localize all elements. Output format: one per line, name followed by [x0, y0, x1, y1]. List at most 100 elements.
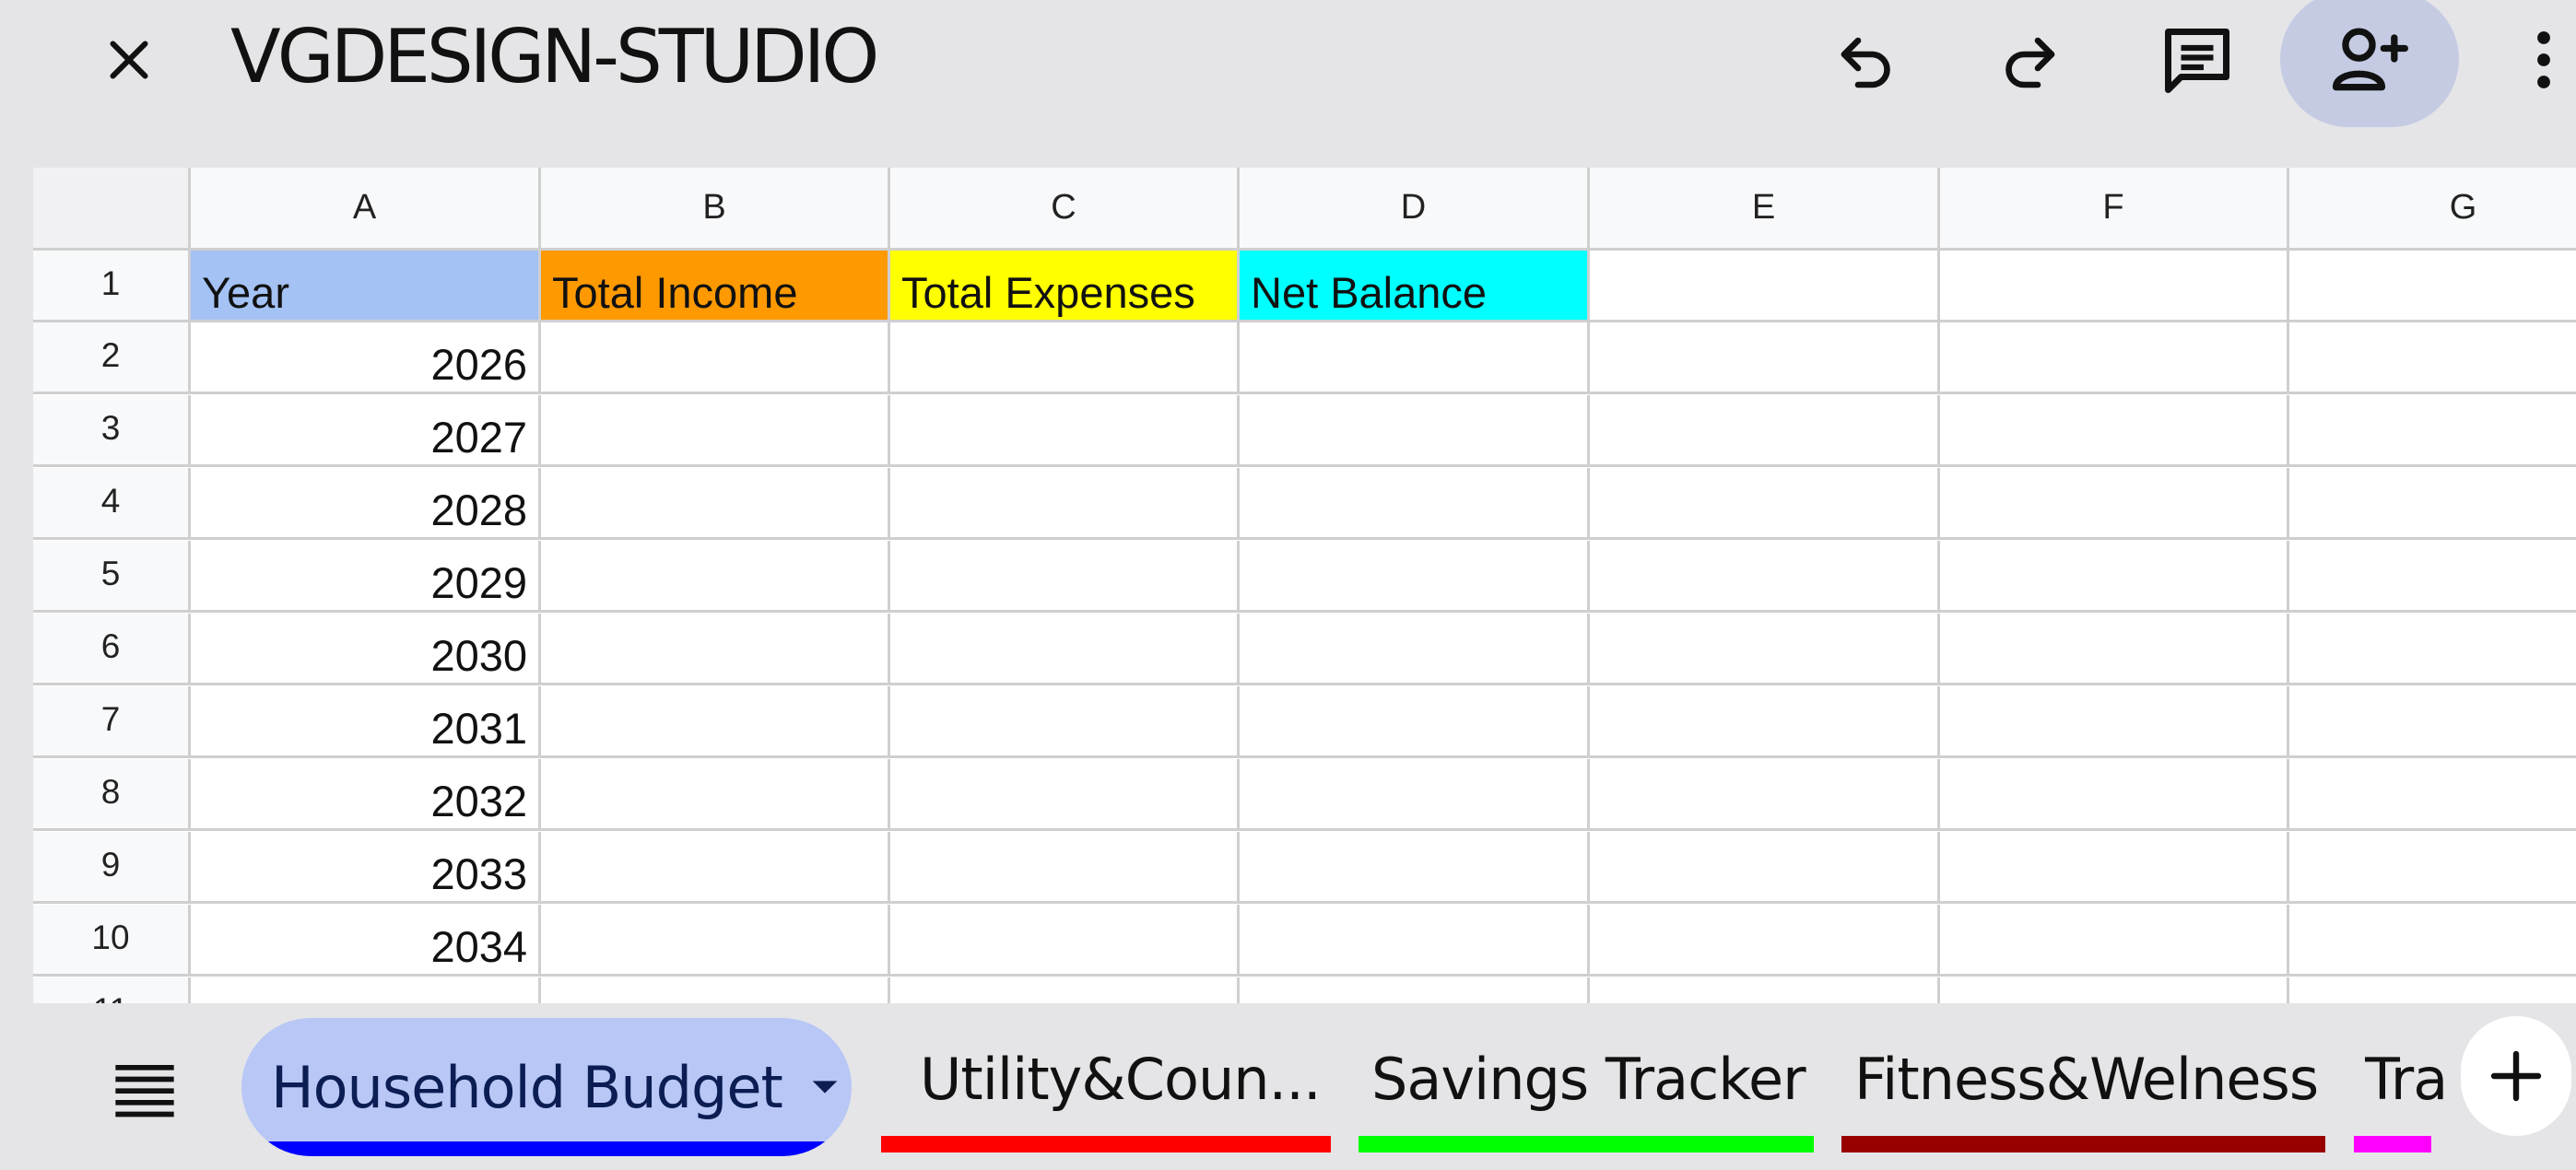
- cell-b8[interactable]: [541, 759, 890, 831]
- cell-d2[interactable]: [1240, 322, 1590, 394]
- cell-c4[interactable]: [890, 468, 1240, 540]
- sheet-tab-partial[interactable]: Tra: [2365, 1018, 2453, 1140]
- cell-e9[interactable]: [1590, 832, 1940, 904]
- cell-g4[interactable]: [2289, 468, 2576, 540]
- column-header-f[interactable]: F: [1940, 168, 2289, 251]
- cell-d9[interactable]: [1240, 832, 1590, 904]
- cell-b11[interactable]: [541, 977, 890, 1003]
- cell-f10[interactable]: [1940, 905, 2289, 977]
- cell-d11[interactable]: [1240, 977, 1590, 1003]
- cell-d6[interactable]: [1240, 614, 1590, 685]
- cell-g9[interactable]: [2289, 832, 2576, 904]
- cell-g1[interactable]: [2289, 251, 2576, 322]
- cell-e10[interactable]: [1590, 905, 1940, 977]
- column-header-b[interactable]: B: [541, 168, 890, 251]
- row-number[interactable]: 10: [33, 905, 191, 977]
- row-number[interactable]: 4: [33, 468, 191, 540]
- cell-c2[interactable]: [890, 322, 1240, 394]
- row-number[interactable]: 2: [33, 322, 191, 394]
- cell-f11[interactable]: [1940, 977, 2289, 1003]
- cell-g5[interactable]: [2289, 541, 2576, 613]
- cell-d4[interactable]: [1240, 468, 1590, 540]
- cell-b6[interactable]: [541, 614, 890, 685]
- row-number[interactable]: 7: [33, 686, 191, 758]
- column-header-a[interactable]: A: [191, 168, 541, 251]
- cell-f3[interactable]: [1940, 395, 2289, 467]
- cell-d10[interactable]: [1240, 905, 1590, 977]
- cell-g3[interactable]: [2289, 395, 2576, 467]
- cell-c7[interactable]: [890, 686, 1240, 758]
- sheet-tab-savings-tracker[interactable]: Savings Tracker: [1371, 1018, 1806, 1140]
- cell-e1[interactable]: [1590, 251, 1940, 322]
- cell-c6[interactable]: [890, 614, 1240, 685]
- column-header-e[interactable]: E: [1590, 168, 1940, 251]
- cell-e4[interactable]: [1590, 468, 1940, 540]
- cell-g10[interactable]: [2289, 905, 2576, 977]
- row-number[interactable]: 11: [33, 977, 191, 1003]
- cell-f7[interactable]: [1940, 686, 2289, 758]
- cell-a1[interactable]: Year: [191, 251, 541, 322]
- cell-a4[interactable]: 2028: [191, 468, 541, 540]
- column-header-d[interactable]: D: [1240, 168, 1590, 251]
- cell-b10[interactable]: [541, 905, 890, 977]
- cell-b5[interactable]: [541, 541, 890, 613]
- row-number[interactable]: 3: [33, 395, 191, 467]
- cell-e11[interactable]: [1590, 977, 1940, 1003]
- cell-d3[interactable]: [1240, 395, 1590, 467]
- cell-e8[interactable]: [1590, 759, 1940, 831]
- cell-g7[interactable]: [2289, 686, 2576, 758]
- cell-d8[interactable]: [1240, 759, 1590, 831]
- column-header-c[interactable]: C: [890, 168, 1240, 251]
- sheet-tab-utility[interactable]: Utility&Coun...: [920, 1018, 1322, 1140]
- cell-e7[interactable]: [1590, 686, 1940, 758]
- cell-e5[interactable]: [1590, 541, 1940, 613]
- cell-a8[interactable]: 2032: [191, 759, 541, 831]
- add-sheet-button[interactable]: [2461, 1016, 2571, 1136]
- cell-b3[interactable]: [541, 395, 890, 467]
- cell-f5[interactable]: [1940, 541, 2289, 613]
- redo-button[interactable]: [1993, 23, 2066, 97]
- sheet-tab-fitness[interactable]: Fitness&Welness: [1854, 1018, 2319, 1140]
- document-title[interactable]: VGDESIGN-STUDIO: [230, 13, 879, 100]
- cell-e6[interactable]: [1590, 614, 1940, 685]
- cell-a9[interactable]: 2033: [191, 832, 541, 904]
- cell-e3[interactable]: [1590, 395, 1940, 467]
- row-number[interactable]: 9: [33, 832, 191, 904]
- cell-d1[interactable]: Net Balance: [1240, 251, 1590, 322]
- row-number[interactable]: 5: [33, 541, 191, 613]
- cell-d7[interactable]: [1240, 686, 1590, 758]
- cell-f8[interactable]: [1940, 759, 2289, 831]
- cell-b9[interactable]: [541, 832, 890, 904]
- cell-b7[interactable]: [541, 686, 890, 758]
- cell-c5[interactable]: [890, 541, 1240, 613]
- cell-a10[interactable]: 2034: [191, 905, 541, 977]
- cell-f1[interactable]: [1940, 251, 2289, 322]
- sheet-tab-household-budget[interactable]: Household Budget: [241, 1018, 852, 1156]
- cell-f2[interactable]: [1940, 322, 2289, 394]
- share-button[interactable]: [2280, 0, 2459, 127]
- cell-g6[interactable]: [2289, 614, 2576, 685]
- close-button[interactable]: [92, 23, 166, 97]
- spreadsheet-grid[interactable]: A B C D E F G 1 Year Total Income Total …: [33, 168, 2576, 1003]
- cell-c9[interactable]: [890, 832, 1240, 904]
- row-number[interactable]: 1: [33, 251, 191, 322]
- select-all-corner[interactable]: [33, 168, 191, 251]
- cell-c3[interactable]: [890, 395, 1240, 467]
- cell-c10[interactable]: [890, 905, 1240, 977]
- all-sheets-button[interactable]: [103, 1051, 186, 1125]
- cell-a2[interactable]: 2026: [191, 322, 541, 394]
- cell-g2[interactable]: [2289, 322, 2576, 394]
- cell-g8[interactable]: [2289, 759, 2576, 831]
- cell-a5[interactable]: 2029: [191, 541, 541, 613]
- cell-c11[interactable]: [890, 977, 1240, 1003]
- cell-a3[interactable]: 2027: [191, 395, 541, 467]
- cell-f6[interactable]: [1940, 614, 2289, 685]
- cell-c8[interactable]: [890, 759, 1240, 831]
- cell-e2[interactable]: [1590, 322, 1940, 394]
- cell-a11[interactable]: 2035: [191, 977, 541, 1003]
- cell-f9[interactable]: [1940, 832, 2289, 904]
- undo-button[interactable]: [1829, 23, 1903, 97]
- row-number[interactable]: 8: [33, 759, 191, 831]
- cell-a7[interactable]: 2031: [191, 686, 541, 758]
- cell-f4[interactable]: [1940, 468, 2289, 540]
